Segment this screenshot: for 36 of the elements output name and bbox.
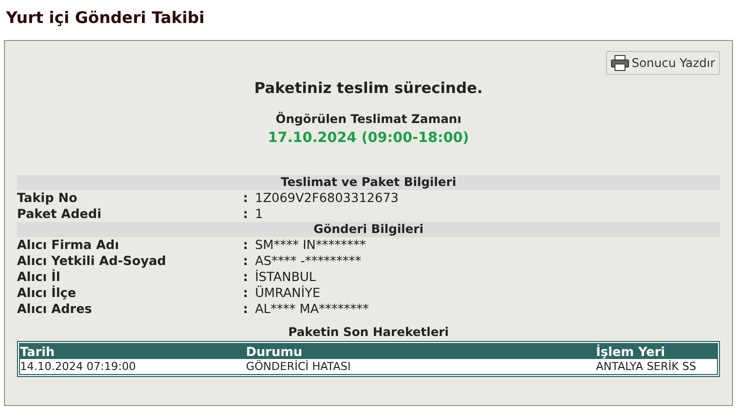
printer-icon [610, 55, 629, 71]
field-value: AL**** MA******** [255, 300, 369, 316]
column-header: İşlem Yeri [596, 344, 666, 358]
delivery-date: 17.10.2024 (09:00-18:00) [266, 128, 470, 148]
separator: : [243, 206, 249, 222]
field-value: İSTANBUL [255, 268, 316, 284]
print-button[interactable]: Sonucu Yazdır [606, 51, 720, 75]
field-value: SM**** IN******** [255, 236, 366, 252]
section-header: Gönderi Bilgileri [17, 222, 720, 236]
separator: : [243, 252, 249, 268]
separator: : [243, 268, 249, 284]
column-header: Tarih [20, 344, 56, 358]
field-label: Alıcı Adres [17, 300, 93, 316]
separator: : [243, 236, 249, 252]
section-title: Paketin Son Hareketleri [287, 324, 450, 340]
page-title: Yurt içi Gönderi Takibi [6, 7, 206, 29]
column-header: Durumu [246, 344, 304, 358]
table-cell-text: 14.10.2024 07:19:00 [20, 358, 137, 374]
field-label: Paket Adedi [17, 206, 102, 222]
field-label: Alıcı İlçe [17, 284, 78, 300]
section-header: Teslimat ve Paket Bilgileri [17, 174, 720, 190]
separator: : [243, 300, 249, 316]
separator: : [243, 284, 249, 300]
field-value: ÜMRANİYE [255, 284, 320, 300]
table-cell-text: ANTALYA SERİK SS [596, 358, 698, 374]
table-cell-text: GÖNDERİCİ HATASI [246, 358, 352, 374]
field-label: Takip No [17, 190, 78, 206]
field-label: Alıcı Firma Adı [17, 236, 120, 252]
separator: : [243, 190, 249, 206]
field-value: 1 [255, 206, 263, 222]
field-label: Alıcı Yetkili Ad-Soyad [17, 252, 168, 268]
status-message: Paketiniz teslim sürecinde. [253, 78, 484, 99]
field-value: 1Z069V2F6803312673 [255, 190, 399, 206]
field-label: Alıcı İl [17, 268, 62, 284]
delivery-label: Öngörülen Teslimat Zamanı [274, 110, 462, 128]
field-value: AS**** -********* [255, 252, 362, 268]
